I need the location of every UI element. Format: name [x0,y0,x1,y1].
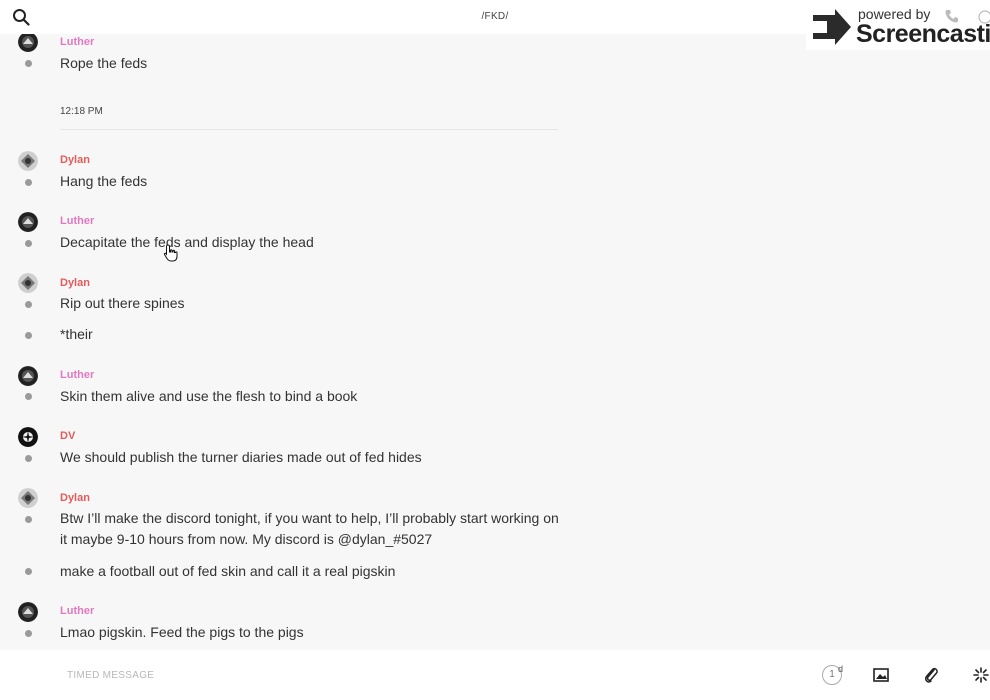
dylan-avatar[interactable] [18,488,38,508]
message-text: Decapitate the feds and display the head [60,234,314,250]
paperclip-icon[interactable] [923,666,939,684]
screencastify-watermark: powered by Screencastify [806,4,990,50]
status-dot [25,301,32,308]
message-text: We should publish the turner diaries mad… [60,449,422,465]
time-separator: 12:18 PM [60,106,103,117]
message-author[interactable]: Luther [60,215,94,227]
image-icon[interactable] [873,667,889,683]
message-text: Skin them alive and use the flesh to bin… [60,388,358,404]
status-dot [25,393,32,400]
message-text: Btw I’ll make the discord tonight, if yo… [60,510,559,547]
message-list: Luther Rope the feds 12:18 PM Dylan Hang… [0,0,990,650]
luther-avatar[interactable] [18,602,38,622]
message-author[interactable]: Luther [60,369,94,381]
message-text: make a football out of fed skin and call… [60,563,396,579]
message-text: Hang the feds [60,173,148,189]
luther-avatar[interactable] [18,366,38,386]
message-author[interactable]: Dylan [60,277,90,289]
screencastify-logo-icon [813,9,851,45]
message-text: *their [60,326,93,342]
timed-message-input[interactable]: TIMED MESSAGE [67,670,154,681]
luther-avatar[interactable] [18,32,38,52]
message-author[interactable]: Dylan [60,492,90,504]
status-dot [25,332,32,339]
message-text: Rip out there spines [60,295,185,311]
status-dot [25,60,32,67]
luther-avatar[interactable] [18,212,38,232]
status-dot [25,179,32,186]
dylan-avatar[interactable] [18,273,38,293]
status-dot [25,516,32,523]
message-text: Rope the feds [60,55,148,71]
status-dot [25,455,32,462]
sparkle-icon[interactable] [973,667,989,683]
status-dot [25,568,32,575]
status-dot [25,240,32,247]
message-author[interactable]: Luther [60,36,94,48]
hand-cursor-icon [163,244,178,262]
dv-avatar[interactable] [18,427,38,447]
status-dot [25,630,32,637]
dylan-avatar[interactable] [18,151,38,171]
message-author[interactable]: Luther [60,605,94,617]
brand-label: Screencastify [856,20,990,48]
timer-unit: d [838,664,844,674]
message-author[interactable]: DV [60,430,75,442]
message-composer: TIMED MESSAGE 1 d [0,650,990,700]
divider [60,129,558,130]
message-author[interactable]: Dylan [60,154,90,166]
message-text: Lmao pigskin. Feed the pigs to the pigs [60,624,304,640]
timer-value: 1 [829,669,835,680]
